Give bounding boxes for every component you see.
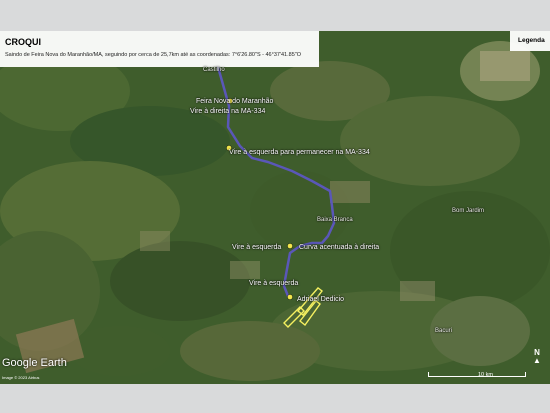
turn-marker <box>287 243 293 249</box>
map-label-instruction: Curva acentuada à direita <box>299 244 380 251</box>
google-earth-logo: Google Earth <box>2 357 67 369</box>
map-label-instruction: Vire à esquerda para permanecer na MA-33… <box>229 149 370 156</box>
map-label-place: Baixa Branca <box>317 217 353 223</box>
map-label-destination: Adriael Dedicio <box>297 296 345 303</box>
map-label-instruction: Vire à esquerda <box>249 280 299 287</box>
map-label-place: Bacuri <box>435 328 453 334</box>
scale-bar <box>428 372 526 377</box>
header-panel: CROQUI Saindo de Feira Nova do Maranhão/… <box>0 31 319 67</box>
map-label-place: Bom Jardim <box>452 208 485 214</box>
north-arrow-icon: ▲ <box>533 356 541 365</box>
map-label-instruction: Vire à esquerda <box>232 244 282 251</box>
legend-title: Legenda <box>518 37 545 44</box>
map-label-town: Castilho <box>203 67 225 73</box>
map-label-start: Feira Nova do Maranhão <box>196 98 274 105</box>
destination-marker <box>287 294 293 300</box>
route-description: Saindo de Feira Nova do Maranhão/MA, seg… <box>5 52 301 58</box>
scale-label: 10 km <box>478 372 493 378</box>
logo-google-text: Google <box>2 357 38 369</box>
imagery-credit: Image © 2023 Airbus <box>2 375 40 380</box>
legend-panel[interactable]: Legenda <box>510 31 550 51</box>
page-title: CROQUI <box>5 37 41 47</box>
north-arrow: N ▲ <box>530 348 544 372</box>
map-label-instruction: Vire à direita na MA-334 <box>190 108 266 115</box>
logo-earth-text: Earth <box>40 357 67 369</box>
